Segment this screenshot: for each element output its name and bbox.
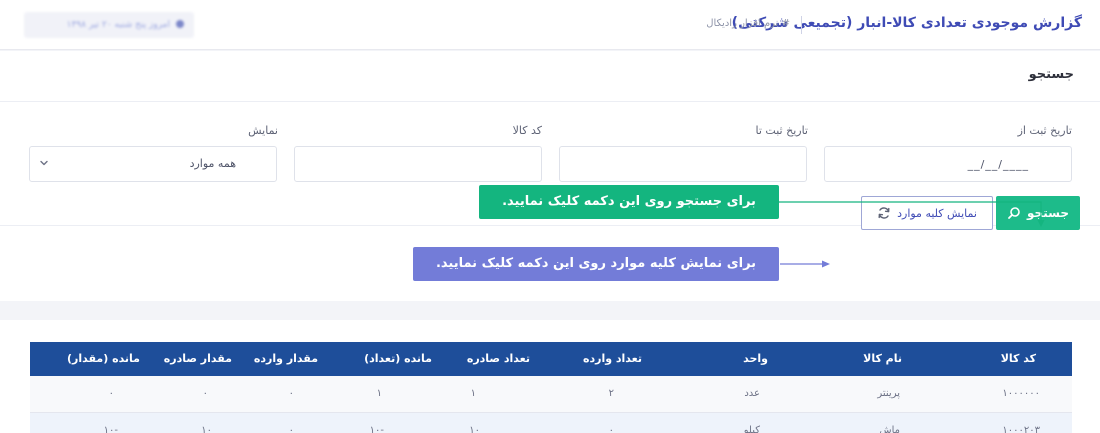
column-header[interactable]: مقدار صادره <box>164 352 232 365</box>
results-card: کد کالا نام کالا واحد تعداد وارده تعداد … <box>0 320 1100 433</box>
cell-unit: عدد <box>744 388 760 399</box>
column-header[interactable]: کد کالا <box>1001 352 1036 365</box>
cell-product-name: پرینتر <box>877 388 900 399</box>
cell-product-name: ماش <box>879 425 900 433</box>
cell-qty-balance: -۱۰ <box>369 425 384 433</box>
column-header[interactable]: واحد <box>743 352 768 365</box>
cell-amount-balance: ۰ <box>108 388 114 399</box>
cell-qty-balance: ۱ <box>376 388 382 399</box>
cell-amount-out: ۱۰ <box>201 425 212 433</box>
table-row[interactable]: ۱۰۰۰۰۰۰ پرینتر عدد ۲ ۱ ۱ ۰ ۰ ۰ <box>30 376 1072 413</box>
cell-product-code: ۱۰۰۰۲۰۳ <box>1002 425 1040 433</box>
cell-amount-balance: -۱۰ <box>103 425 118 433</box>
column-header[interactable]: تعداد وارده <box>583 352 642 365</box>
column-header[interactable]: مانده (مقدار) <box>67 352 140 365</box>
cell-qty-out: ۱۰ <box>469 425 480 433</box>
cell-qty-in: ۲ <box>608 388 614 399</box>
cell-product-code: ۱۰۰۰۰۰۰ <box>1002 388 1040 399</box>
column-header[interactable]: تعداد صادره <box>467 352 530 365</box>
results-table: کد کالا نام کالا واحد تعداد وارده تعداد … <box>30 342 1072 433</box>
cell-amount-in: ۰ <box>288 388 294 399</box>
column-header[interactable]: نام کالا <box>863 352 902 365</box>
table-row[interactable]: ۱۰۰۰۲۰۳ ماش کیلو ۰ ۱۰ -۱۰ ۰ ۱۰ -۱۰ <box>30 413 1072 433</box>
cell-amount-in: ۰ <box>288 425 294 433</box>
cell-unit: کیلو <box>743 425 760 433</box>
table-header: کد کالا نام کالا واحد تعداد وارده تعداد … <box>30 342 1072 376</box>
column-header[interactable]: مقدار وارده <box>254 352 318 365</box>
column-header[interactable]: مانده (تعداد) <box>364 352 432 365</box>
cell-qty-out: ۱ <box>470 388 476 399</box>
cell-amount-out: ۰ <box>202 388 208 399</box>
cell-qty-in: ۰ <box>608 425 614 433</box>
